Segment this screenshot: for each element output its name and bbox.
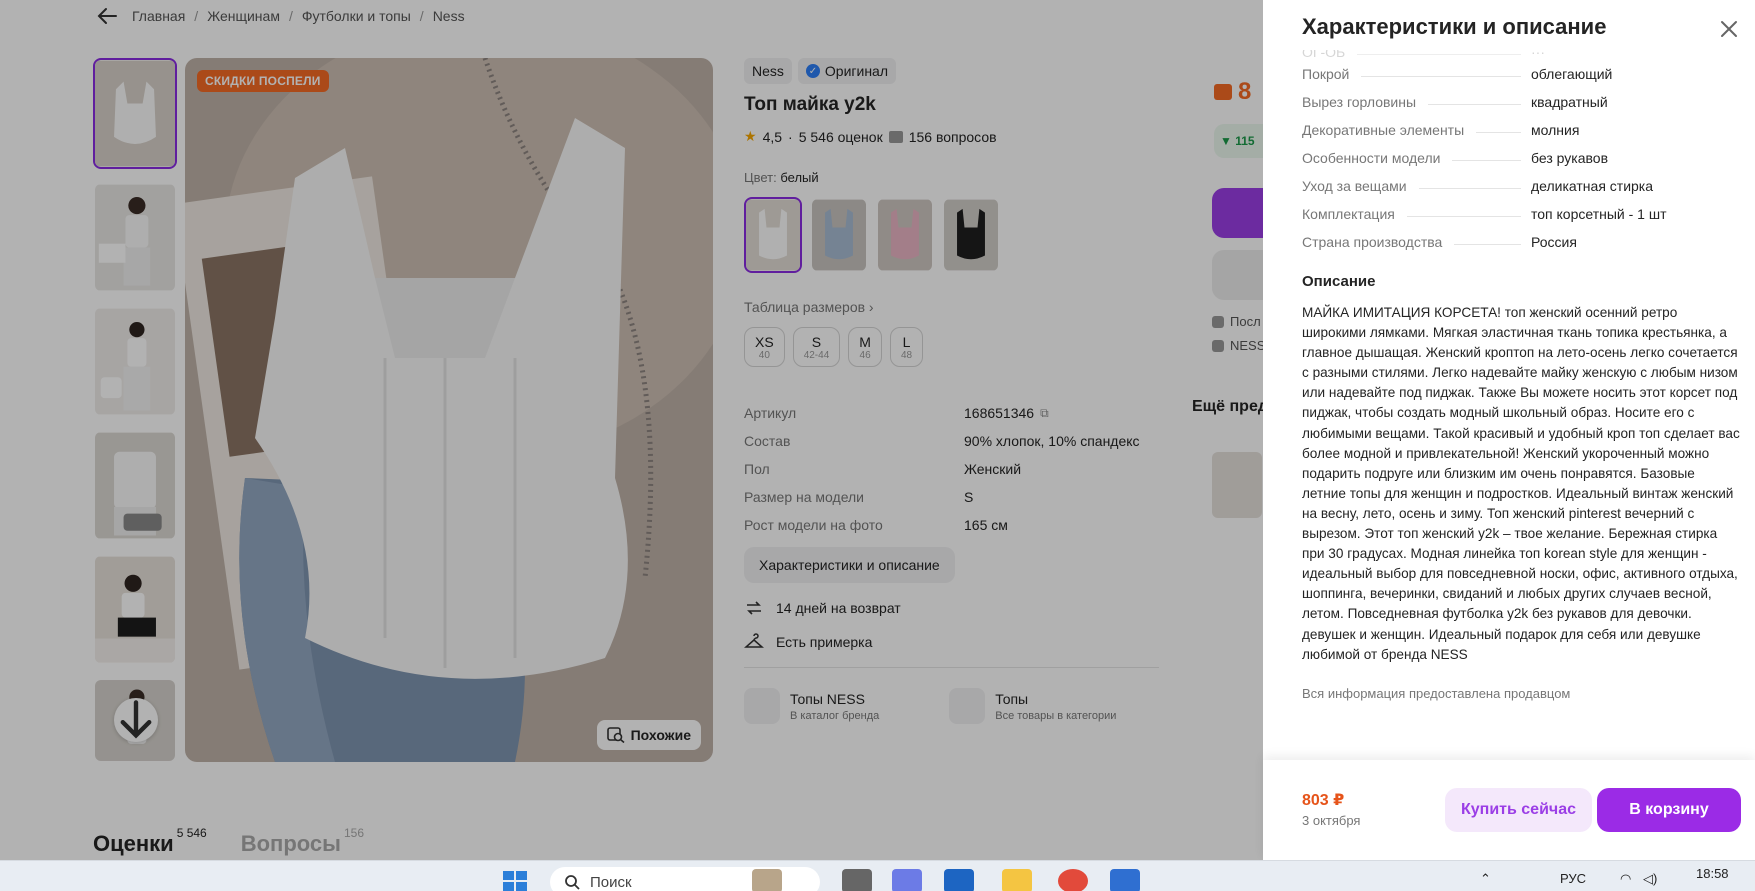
delivery-date: 3 октября bbox=[1302, 813, 1361, 828]
add-to-cart-button[interactable]: В корзину bbox=[1597, 788, 1741, 832]
footer-price: 803 ₽ bbox=[1302, 792, 1345, 809]
seller-note: Вся информация предоставлена продавцом bbox=[1302, 685, 1571, 701]
buy-now-button[interactable]: Купить сейчас bbox=[1445, 788, 1592, 832]
wifi-icon[interactable]: ◠ bbox=[1620, 871, 1631, 887]
char-row: Вырез горловины квадратный bbox=[1302, 94, 1608, 110]
char-row: Страна производства Россия bbox=[1302, 234, 1577, 250]
modal-backdrop[interactable] bbox=[0, 0, 1263, 860]
chrome-icon[interactable] bbox=[1058, 869, 1088, 891]
char-row-cut: ОГ-ОБ ··· bbox=[1302, 50, 1545, 60]
windows-start-icon[interactable] bbox=[500, 869, 530, 891]
char-row: Декоративные элементы молния bbox=[1302, 122, 1580, 138]
panel-scroll-area[interactable]: ОГ-ОБ ··· Покрой облегающий Вырез горловин… bbox=[1302, 50, 1742, 750]
description-title: Описание bbox=[1302, 273, 1376, 290]
characteristics-panel: Характеристики и описание ОГ-ОБ ··· Покро… bbox=[1263, 0, 1755, 860]
panel-footer: 803 ₽ 3 октября Купить сейчас В корзину bbox=[1263, 760, 1755, 860]
chevron-up-icon[interactable]: ⌃ bbox=[1480, 871, 1491, 887]
close-icon[interactable] bbox=[1718, 18, 1740, 40]
char-row: Покрой облегающий bbox=[1302, 66, 1613, 82]
language-indicator[interactable]: РУС bbox=[1560, 871, 1586, 886]
windows-taskbar: Поиск ⌃ РУС ◠ ◁) 18:58 bbox=[0, 860, 1755, 891]
search-placeholder: Поиск bbox=[590, 873, 632, 891]
store-icon[interactable] bbox=[944, 869, 974, 891]
char-row: Комплектация топ корсетный - 1 шт bbox=[1302, 206, 1667, 222]
char-row: Особенности модели без рукавов bbox=[1302, 150, 1608, 166]
clock[interactable]: 18:58 bbox=[1696, 866, 1729, 881]
char-row: Уход за вещами деликатная стирка bbox=[1302, 178, 1654, 194]
description-text: МАЙКА ИМИТАЦИЯ КОРСЕТА! топ женский осен… bbox=[1302, 305, 1740, 662]
taskbar-app-icon[interactable] bbox=[842, 869, 872, 891]
folder-icon[interactable] bbox=[1002, 869, 1032, 891]
copilot-icon[interactable] bbox=[892, 869, 922, 891]
terminal-icon[interactable] bbox=[1110, 869, 1140, 891]
panel-title: Характеристики и описание bbox=[1302, 14, 1607, 39]
volume-icon[interactable]: ◁) bbox=[1643, 871, 1657, 887]
taskbar-widget-icon[interactable] bbox=[752, 869, 782, 891]
search-icon bbox=[565, 875, 580, 890]
